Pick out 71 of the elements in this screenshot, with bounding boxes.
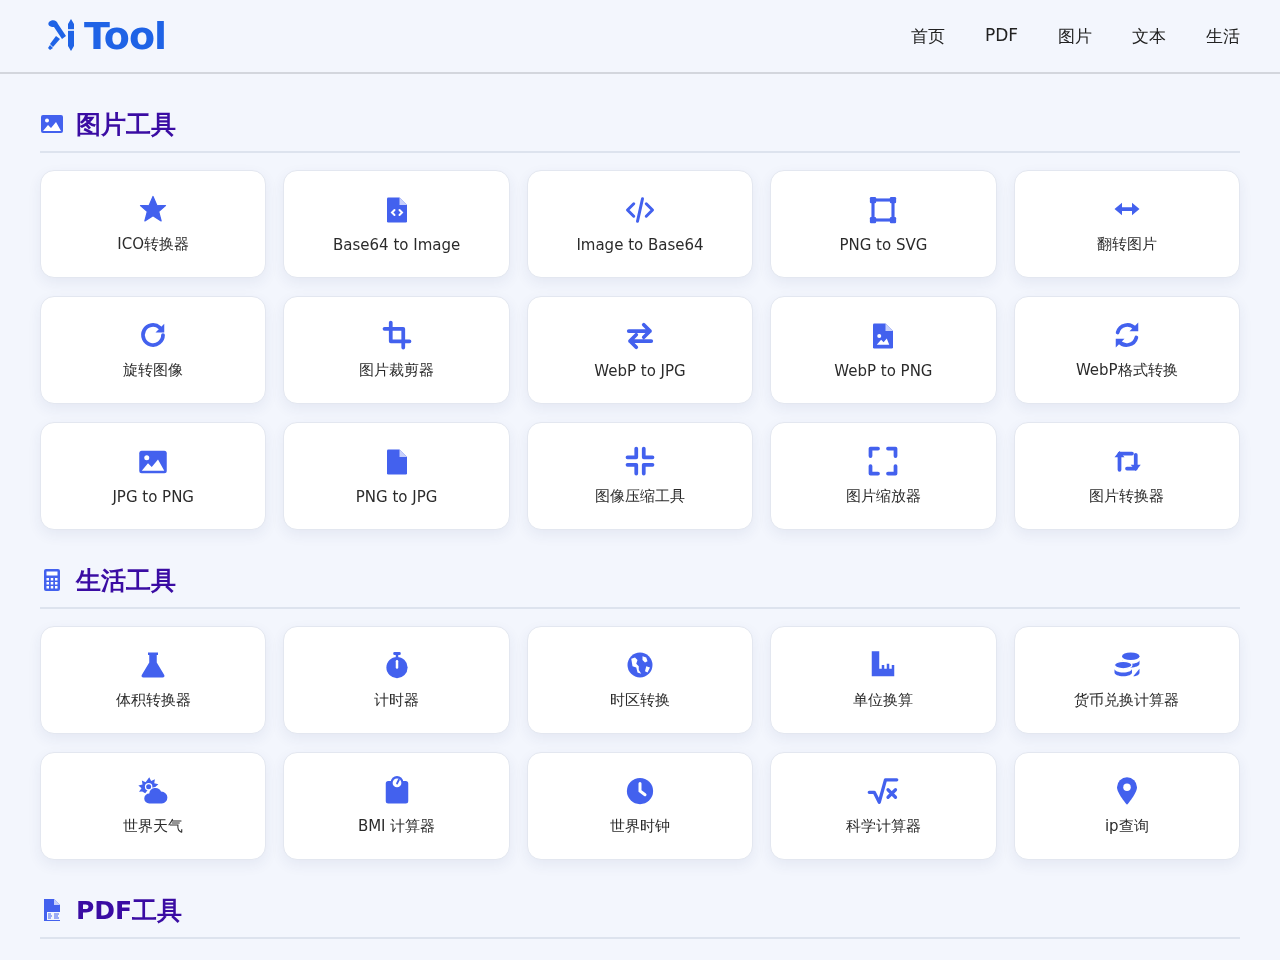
tool-label: ip查询 [1104, 817, 1149, 836]
tool-card[interactable]: PNG to JPG [283, 422, 510, 530]
tool-card[interactable]: Image to Base64 [526, 170, 754, 278]
tool-card[interactable]: BMI 计算器 [283, 752, 510, 860]
tool-card[interactable]: 单位换算 [770, 626, 997, 734]
logo-text[interactable]: Tool [84, 14, 167, 58]
nav-link[interactable]: 首页 [910, 20, 945, 52]
nav-link[interactable]: 生活 [1206, 20, 1240, 52]
tool-label: ICO转换器 [117, 235, 190, 254]
compress-icon [625, 446, 655, 476]
tool-label: WebP to PNG [834, 361, 933, 380]
tool-card[interactable]: 货币兑换计算器 [1013, 626, 1240, 734]
tool-label: 单位换算 [853, 691, 914, 710]
nav-link[interactable]: PDF [984, 20, 1018, 52]
tool-label: PNG to JPG [355, 487, 438, 506]
expand-icon [868, 446, 899, 476]
tool-label: 货币兑换计算器 [1074, 691, 1180, 710]
tool-card[interactable]: 科学计算器 [770, 752, 997, 860]
section-title: PDF工具 [76, 894, 183, 927]
tool-label: 体积转换器 [115, 691, 191, 710]
tool-label: 科学计算器 [845, 817, 921, 836]
tool-label: 时区转换 [610, 691, 670, 710]
tool-label: 旋转图像 [123, 361, 184, 380]
tool-card[interactable]: WebP to PNG [770, 296, 997, 404]
section-title: 图片工具 [76, 108, 176, 141]
tool-card[interactable]: WebP to JPG [526, 296, 754, 404]
tool-card[interactable]: 图像压缩工具 [526, 422, 754, 530]
tool-card[interactable]: 体积转换器 [40, 626, 267, 734]
globe-icon [625, 650, 655, 680]
tool-card[interactable]: ip查询 [1013, 752, 1240, 860]
tool-card[interactable]: 世界天气 [40, 752, 267, 860]
tool-card[interactable]: 时区转换 [526, 626, 754, 734]
nav-link[interactable]: 图片 [1058, 20, 1092, 52]
clock-icon [625, 776, 655, 806]
code-icon [625, 194, 655, 225]
vector-square-icon [868, 194, 899, 225]
square-root-icon [868, 776, 899, 806]
tool-card[interactable]: 旋转图像 [40, 296, 267, 404]
tool-label: WebP格式转换 [1075, 361, 1178, 380]
tool-card[interactable]: JPG to PNG [40, 422, 267, 530]
tool-label: 翻转图片 [1096, 235, 1157, 254]
tool-label: 世界时钟 [610, 817, 670, 836]
swap-arrows-icon [625, 320, 655, 351]
sun-cloud-icon [138, 776, 169, 806]
tool-label: 计时器 [374, 691, 420, 710]
tool-card[interactable]: 图片裁剪器 [283, 296, 510, 404]
tool-card[interactable]: 世界时钟 [526, 752, 754, 860]
tool-card[interactable]: PNG to SVG [770, 170, 997, 278]
tool-card[interactable]: 图片缩放器 [770, 422, 997, 530]
section-title: 生活工具 [76, 564, 176, 597]
tool-label: PNG to SVG [839, 235, 928, 254]
nav-link[interactable]: 文本 [1132, 20, 1166, 52]
tool-card[interactable]: WebP格式转换 [1013, 296, 1240, 404]
tool-label: 图片缩放器 [845, 487, 921, 506]
tool-label: JPG to PNG [112, 487, 194, 506]
tool-card[interactable]: 计时器 [283, 626, 510, 734]
tool-label: BMI 计算器 [357, 817, 436, 836]
tool-label: Image to Base64 [576, 235, 704, 254]
image-icon [40, 112, 64, 136]
tool-card[interactable]: 图片转换器 [1013, 422, 1240, 530]
tool-label: 图片裁剪器 [359, 361, 435, 380]
tool-card[interactable]: Base64 to Image [283, 170, 510, 278]
tool-label: 图像压缩工具 [595, 487, 685, 506]
tool-label: Base64 to Image [333, 235, 461, 254]
tool-label: 图片转换器 [1089, 487, 1165, 506]
tool-card[interactable]: ICO转换器 [40, 170, 267, 278]
tool-card[interactable]: 翻转图片 [1013, 170, 1240, 278]
tool-label: WebP to JPG [594, 361, 686, 380]
crop-icon [381, 320, 412, 350]
tool-label: 世界天气 [123, 817, 184, 836]
star-icon [138, 194, 169, 224]
